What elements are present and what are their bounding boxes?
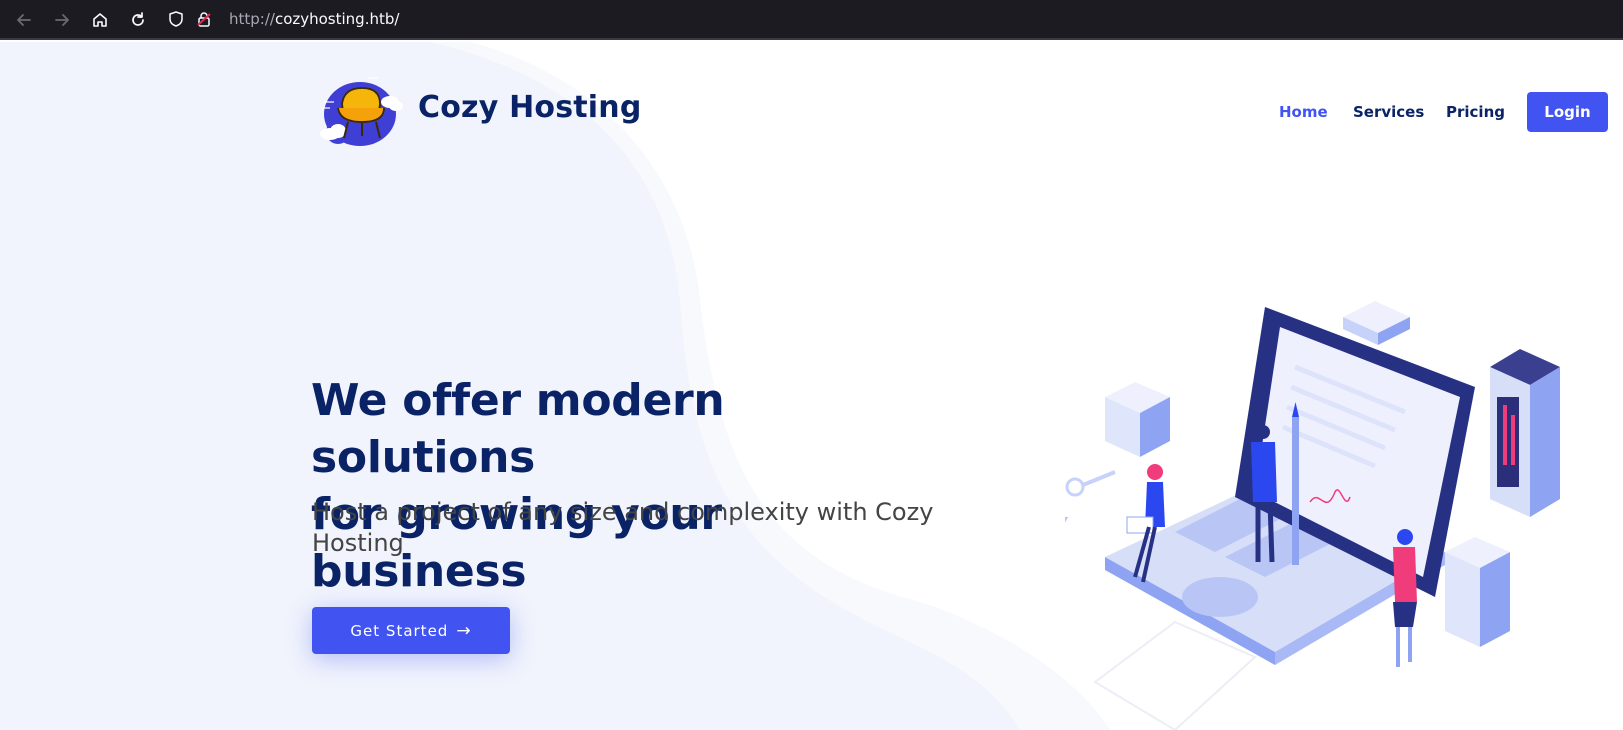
nav-home[interactable]: Home (1279, 103, 1328, 121)
get-started-button[interactable]: Get Started → (312, 607, 510, 654)
login-button-label: Login (1544, 103, 1591, 121)
browser-toolbar: http://cozyhosting.htb/ (0, 0, 1623, 40)
back-icon[interactable] (12, 8, 36, 32)
brand-name[interactable]: Cozy Hosting (418, 90, 642, 125)
nav-services[interactable]: Services (1353, 103, 1424, 121)
hero-subtitle: Host a project of any size and complexit… (312, 498, 934, 557)
hero-title: We offer modern solutions for growing yo… (311, 372, 951, 600)
forward-icon[interactable] (50, 8, 74, 32)
arrow-right-icon: → (456, 620, 472, 641)
nav-pricing[interactable]: Pricing (1446, 103, 1505, 121)
get-started-label: Get Started (350, 621, 449, 640)
cozy-hosting-logo[interactable] (318, 74, 404, 150)
lock-icon[interactable] (192, 7, 216, 31)
url-host: cozyhosting.htb/ (274, 10, 400, 28)
home-icon[interactable] (88, 8, 112, 32)
url-text[interactable]: http://cozyhosting.htb/ (229, 10, 399, 28)
hero-title-line-1: We offer modern solutions (311, 375, 725, 483)
url-scheme: http:// (229, 10, 275, 28)
page: Cozy Hosting Home Services Pricing Login… (0, 42, 1623, 730)
login-button[interactable]: Login (1527, 92, 1608, 132)
hero-illustration (1065, 301, 1560, 730)
shield-icon[interactable] (164, 7, 188, 31)
reload-icon[interactable] (126, 8, 150, 32)
